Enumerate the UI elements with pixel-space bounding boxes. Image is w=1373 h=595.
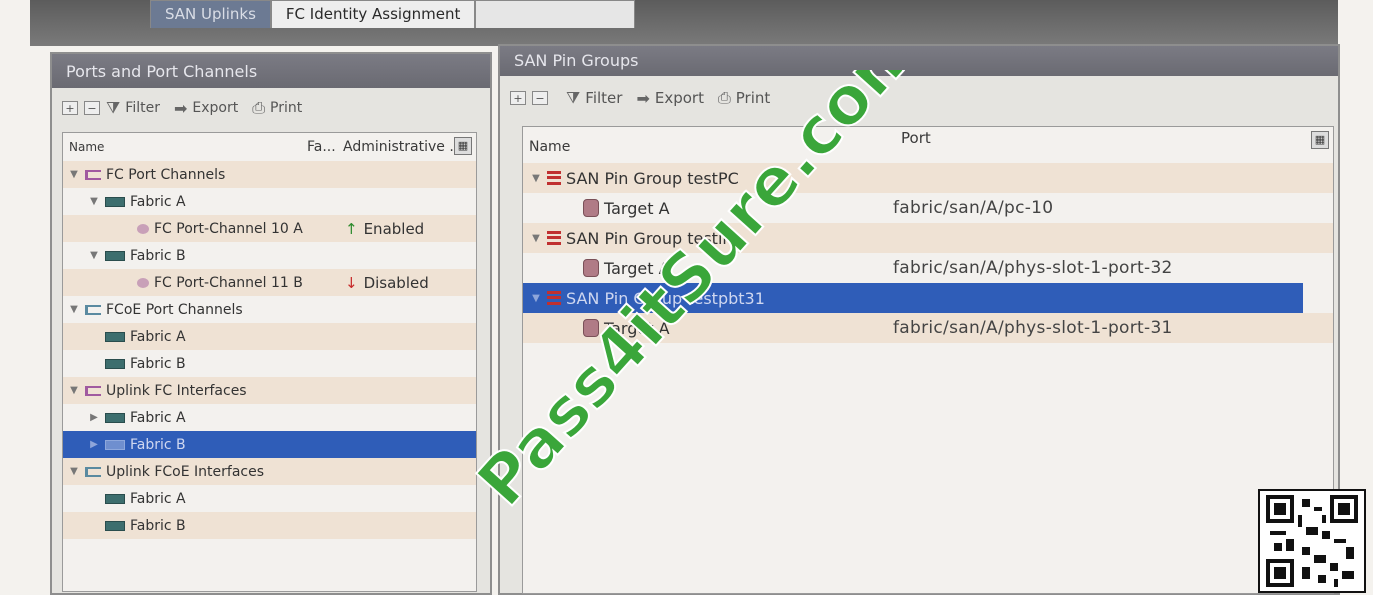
print-icon: ⎙ [252,98,265,117]
expand-all-icon[interactable]: + [62,101,78,115]
tree-row[interactable]: ▼ FCoE Port Channels [63,296,476,323]
fabric-icon [105,250,125,261]
table-header: Name Port ▦ [523,127,1333,163]
arrow-up-icon: ↑ [345,219,358,238]
collapsed-arrow-icon[interactable]: ▶ [87,412,101,423]
pin-group-row[interactable]: ▼ SAN Pin Group testint [523,223,1333,253]
tree-row[interactable]: ▼ Uplink FC Interfaces [63,377,476,404]
tab-strip: SAN Uplinks FC Identity Assignment [150,0,636,28]
print-button[interactable]: ⎙ Print [252,98,302,118]
tree-row[interactable]: FC Port-Channel 11 B ↓ Disabled [63,269,476,296]
port-value: fabric/san/A/phys-slot-1-port-31 [893,318,1173,338]
filter-button[interactable]: ⧩ Filter [106,98,160,118]
export-button[interactable]: ➡ Export [636,89,704,108]
port-icon [137,223,149,234]
tree-row[interactable]: Fabric B [63,512,476,539]
filter-icon: ⧩ [566,88,581,107]
print-icon: ⎙ [717,88,731,107]
pin-group-icon [547,231,561,245]
port-value: fabric/san/A/pc-10 [893,198,1054,218]
expand-arrow-icon[interactable]: ▼ [67,466,81,477]
tab-truncated[interactable] [475,0,636,28]
column-chooser-icon[interactable]: ▦ [1311,131,1329,149]
arrow-down-icon: ↓ [345,273,358,292]
fabric-icon [105,520,125,531]
expand-arrow-icon[interactable]: ▼ [87,196,101,207]
pin-group-icon [547,171,561,185]
tree-row[interactable]: Fabric A [63,485,476,512]
tree-row[interactable]: ▼ FC Port Channels [63,161,476,188]
pin-group-row[interactable]: ▼ SAN Pin Group testPC [523,163,1333,193]
left-toolbar: + − ⧩ Filter ➡ Export ⎙ Print [52,88,490,128]
ports-tree-table: Name Fa... Administrative ... ▦ ▼ FC Por… [62,132,477,592]
admin-state-enabled: ↑ Enabled [345,219,425,238]
fabric-icon [105,412,125,423]
remove-icon[interactable]: − [532,91,548,105]
column-header-name[interactable]: Name [529,139,570,155]
tree-row[interactable]: ▼ Fabric B [63,242,476,269]
target-row[interactable]: Target A fabric/san/A/pc-10 [523,193,1333,223]
fabric-icon [105,196,125,207]
fabric-icon [105,493,125,504]
export-button[interactable]: ➡ Export [174,99,238,118]
port-channel-icon [85,304,101,315]
admin-state-disabled: ↓ Disabled [345,273,429,292]
column-header-administrative[interactable]: Administrative ... [343,139,463,155]
column-chooser-icon[interactable]: ▦ [454,137,472,155]
expand-arrow-icon[interactable]: ▼ [67,385,81,396]
table-header: Name Fa... Administrative ... ▦ [63,133,476,161]
interfaces-icon [85,466,101,477]
tree-row[interactable]: ▶ Fabric A [63,404,476,431]
fabric-icon [105,331,125,342]
expand-arrow-icon[interactable]: ▼ [529,173,543,184]
column-header-fabric[interactable]: Fa... [307,139,336,155]
target-row[interactable]: Target A fabric/san/A/phys-slot-1-port-3… [523,313,1333,343]
tree-row[interactable]: Fabric B [63,350,476,377]
add-icon[interactable]: + [510,91,526,105]
fabric-icon [105,358,125,369]
column-header-name[interactable]: Name [69,140,104,154]
tree-row-selected[interactable]: ▶ Fabric B [63,431,476,458]
expand-arrow-icon[interactable]: ▼ [529,293,543,304]
collapsed-arrow-icon[interactable]: ▶ [87,439,101,450]
panel-title: SAN Pin Groups [500,46,1338,76]
qr-code-icon [1258,489,1366,593]
screen: SAN Uplinks FC Identity Assignment Ports… [0,0,1373,595]
fabric-icon [105,439,125,450]
expand-arrow-icon[interactable]: ▼ [529,233,543,244]
monitor-bezel-left [0,0,30,595]
pin-group-icon [547,291,561,305]
column-header-port[interactable]: Port [901,129,931,147]
pin-groups-table: Name Port ▦ ▼ SAN Pin Group testPC Targe… [522,126,1334,594]
ports-and-port-channels-panel: Ports and Port Channels + − ⧩ Filter ➡ Exp… [50,52,492,595]
interfaces-icon [85,385,101,396]
tab-fc-identity-assignment[interactable]: FC Identity Assignment [270,0,476,28]
expand-arrow-icon[interactable]: ▼ [67,304,81,315]
tree-row[interactable]: ▼ Uplink FCoE Interfaces [63,458,476,485]
pin-group-row-selected[interactable]: ▼ SAN Pin Group testpbt31 [523,283,1303,313]
print-button[interactable]: ⎙ Print [718,88,770,108]
tree-row[interactable]: FC Port-Channel 10 A ↑ Enabled [63,215,476,242]
export-icon: ➡ [636,88,650,108]
filter-icon: ⧩ [106,98,121,117]
expand-arrow-icon[interactable]: ▼ [87,250,101,261]
target-icon [583,259,599,277]
tree-row[interactable]: Fabric A [63,323,476,350]
san-pin-groups-panel: SAN Pin Groups + − ⧩ Filter ➡ Export ⎙ Prin… [498,44,1340,595]
expand-arrow-icon[interactable]: ▼ [67,169,81,180]
tab-san-uplinks[interactable]: SAN Uplinks [150,0,271,28]
target-row[interactable]: Target A fabric/san/A/phys-slot-1-port-3… [523,253,1333,283]
right-toolbar: + − ⧩ Filter ➡ Export ⎙ Print [500,76,1338,120]
target-icon [583,319,599,337]
port-icon [137,277,149,288]
target-icon [583,199,599,217]
port-value: fabric/san/A/phys-slot-1-port-32 [893,258,1173,278]
export-icon: ➡ [173,98,188,118]
filter-button[interactable]: ⧩ Filter [566,88,622,108]
port-channel-icon [85,169,101,180]
collapse-all-icon[interactable]: − [84,101,100,115]
tree-row[interactable]: ▼ Fabric A [63,188,476,215]
panel-title: Ports and Port Channels [52,54,490,88]
